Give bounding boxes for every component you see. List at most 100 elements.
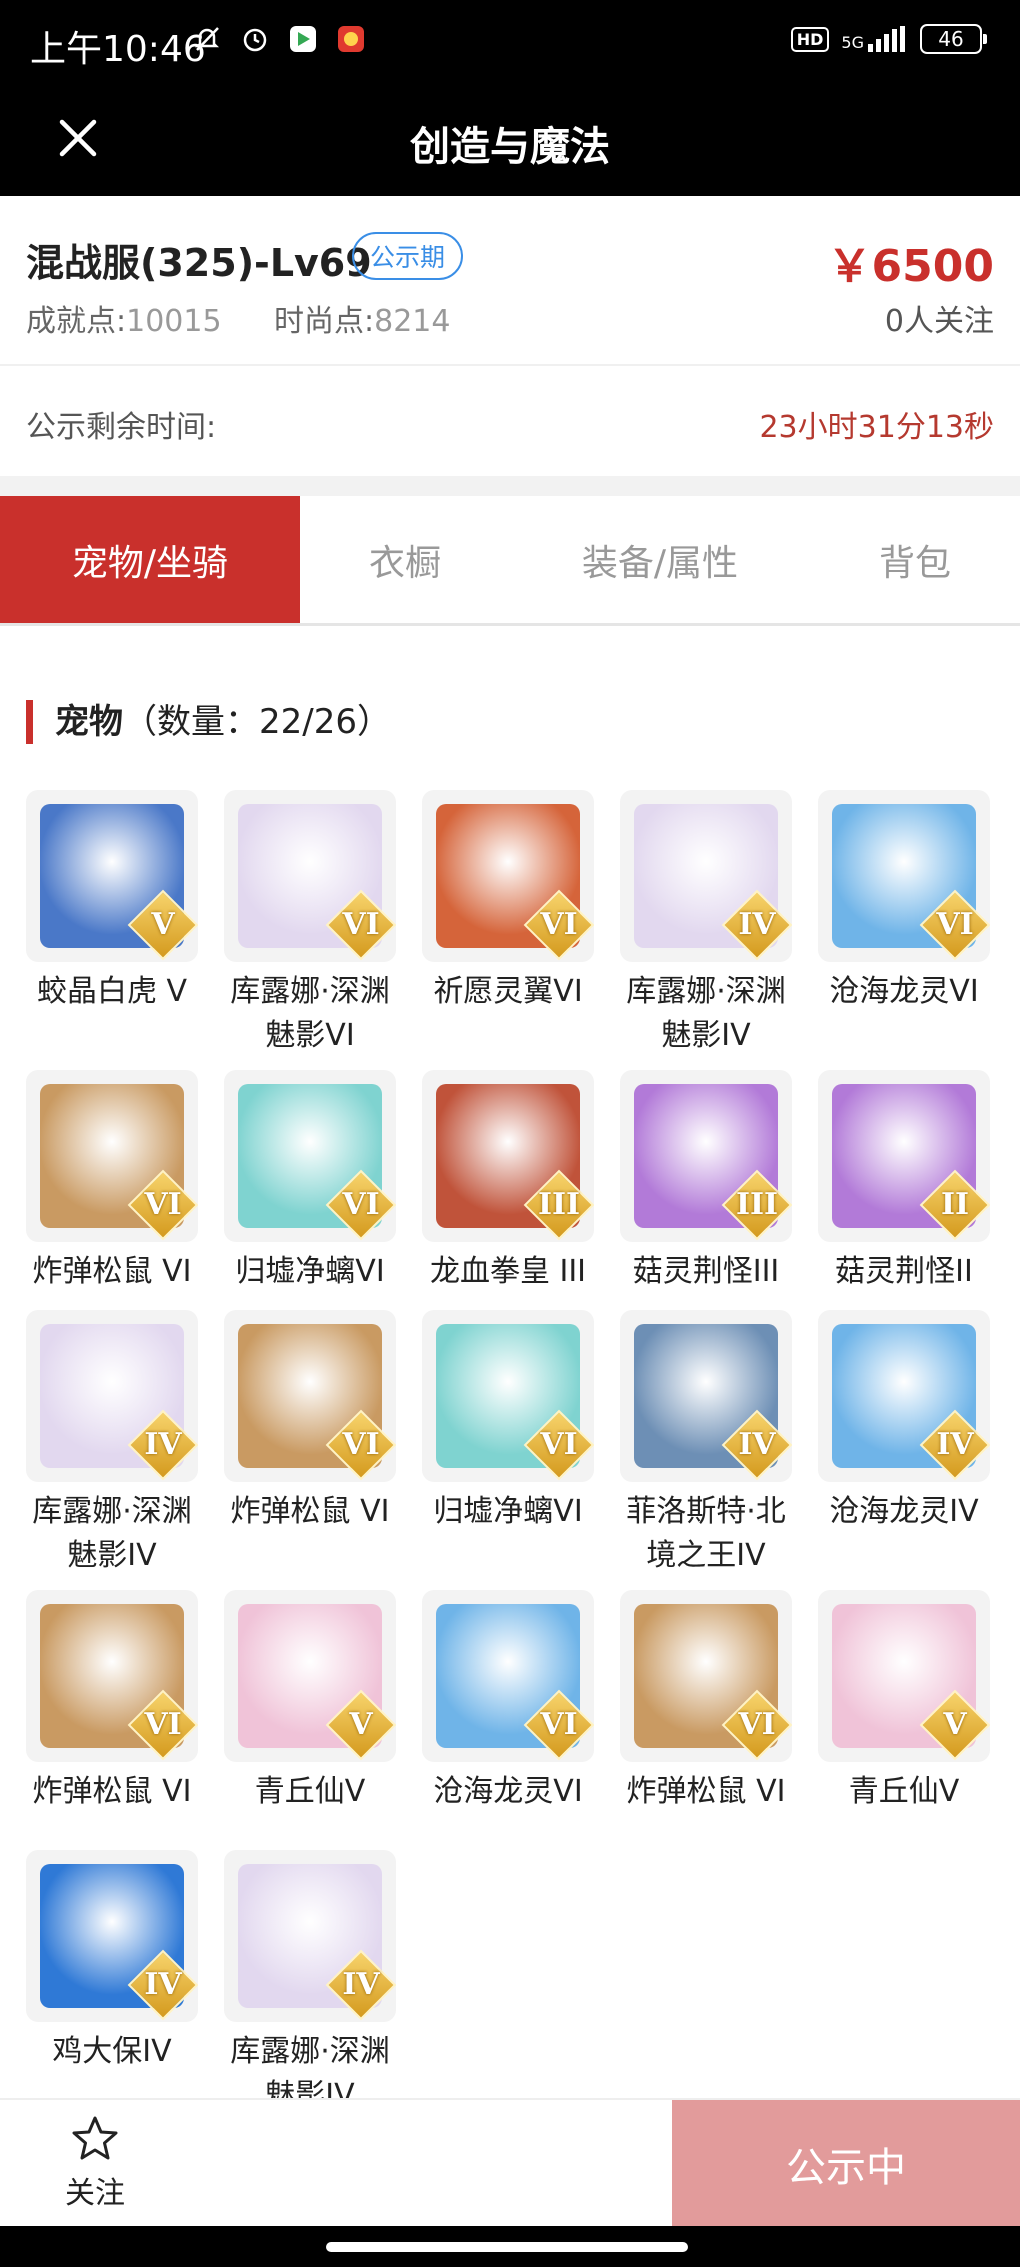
pet-card[interactable]: IV 鸡大保IV [14,1850,210,2074]
pet-name: 炸弹松鼠 VI [32,1254,192,1289]
pet-image: IV [224,1850,396,2022]
pet-card[interactable]: IV 库露娜·深渊魅影IV [212,1850,408,2118]
bottom-action-bar: 关注 公示中 [0,2098,1020,2228]
pet-card[interactable]: VI 炸弹松鼠 VI [14,1070,210,1294]
pet-card[interactable]: V 青丘仙V [806,1590,1002,1814]
pet-name: 归墟净螭VI [433,1494,583,1529]
top-nav-bar: 创造与魔法 [0,86,1020,196]
pet-name: 鸡大保IV [52,2034,172,2069]
status-time: 上午10:46 [30,29,206,70]
fashion-label: 时尚点: [274,304,375,339]
fashion-value: 8214 [374,304,451,339]
pet-rank: II [940,1187,970,1222]
pet-name: 库露娜·深渊魅影VI [230,974,390,1053]
pet-rank: VI [936,907,974,942]
pet-name: 归墟净螭VI [235,1254,385,1289]
pet-image: IV [620,790,792,962]
pet-card[interactable]: IV 库露娜·深渊魅影IV [608,790,804,1058]
pet-rank: III [735,1187,779,1222]
pet-card[interactable]: VI 归墟净螭VI [410,1310,606,1534]
pet-card[interactable]: VI 沧海龙灵VI [410,1590,606,1814]
tab-equipment-attributes[interactable]: 装备/属性 [510,496,810,623]
pet-image: IV [620,1310,792,1482]
pet-rank: V [151,907,175,942]
pet-rank: III [537,1187,581,1222]
pet-image: II [818,1070,990,1242]
fashion-points: 时尚点:8214 [274,296,450,340]
pet-name: 炸弹松鼠 VI [32,1774,192,1809]
pet-card[interactable]: VI 归墟净螭VI [212,1070,408,1294]
pet-rank: IV [342,1967,380,2002]
tab-backpack[interactable]: 背包 [810,496,1020,623]
tab-pets-mounts[interactable]: 宠物/坐骑 [0,496,300,623]
pet-name: 龙血拳皇 III [429,1254,587,1289]
tab-wardrobe[interactable]: 衣橱 [300,496,510,623]
pet-name: 菇灵荆怪III [632,1254,780,1289]
pet-rank: VI [144,1187,182,1222]
play-store-icon [286,22,320,56]
pet-name: 库露娜·深渊魅影IV [32,1494,192,1573]
section-divider [0,476,1020,496]
pet-card[interactable]: IV 菲洛斯特·北境之王IV [608,1310,804,1578]
pet-card[interactable]: V 青丘仙V [212,1590,408,1814]
phase-badge: 公示期 [352,232,464,280]
pet-name: 沧海龙灵VI [433,1774,583,1809]
pet-name: 炸弹松鼠 VI [626,1774,786,1809]
pet-card[interactable]: V 蛟晶白虎 V [14,790,210,1014]
pet-name: 炸弹松鼠 VI [230,1494,390,1529]
pet-rank: V [943,1707,967,1742]
app-notification-icon [334,22,368,56]
pet-name: 沧海龙灵VI [829,974,979,1009]
section-title-text: 宠物 [55,702,123,742]
remaining-time-label: 公示剩余时间: [26,410,217,445]
pet-name: 祈愿灵翼VI [433,974,583,1009]
pet-rank: VI [540,1427,578,1462]
battery-icon: 46 [920,24,987,54]
publicity-status-button[interactable]: 公示中 [672,2100,1020,2228]
pet-card[interactable]: VI 炸弹松鼠 VI [14,1590,210,1814]
home-indicator-bar [0,2226,1020,2267]
follower-count: 0人关注 [884,304,994,339]
pet-card[interactable]: VI 炸弹松鼠 VI [608,1590,804,1814]
pet-image: VI [224,790,396,962]
pet-rank: V [349,1707,373,1742]
pet-rank: VI [540,1707,578,1742]
page-title: 创造与魔法 [410,124,610,170]
pet-card[interactable]: VI 库露娜·深渊魅影VI [212,790,408,1058]
hd-indicator: HD [790,26,830,52]
follow-label: 关注 [65,2176,125,2211]
pet-image: VI [26,1070,198,1242]
pet-image: V [26,790,198,962]
pet-name: 青丘仙V [254,1774,366,1809]
pet-image: IV [26,1310,198,1482]
pet-card[interactable]: VI 沧海龙灵VI [806,790,1002,1014]
pet-name: 沧海龙灵IV [829,1494,979,1529]
pet-rank: VI [144,1707,182,1742]
pet-card[interactable]: IV 库露娜·深渊魅影IV [14,1310,210,1578]
follow-button[interactable]: 关注 [40,2114,150,2212]
home-indicator[interactable] [326,2242,688,2252]
pet-card[interactable]: VI 炸弹松鼠 VI [212,1310,408,1534]
achievement-label: 成就点: [26,304,127,339]
pet-image: III [422,1070,594,1242]
pets-section-title: 宠物（数量：22/26） [26,700,391,744]
pet-image: VI [818,790,990,962]
alarm-icon [238,22,272,56]
pet-card[interactable]: IV 沧海龙灵IV [806,1310,1002,1534]
pet-rank: IV [738,907,776,942]
price: ￥6500 [827,241,994,292]
network-type: 5G [841,33,864,52]
pet-card[interactable]: II 菇灵荆怪II [806,1070,1002,1294]
pet-rank: VI [540,907,578,942]
pet-card[interactable]: III 龙血拳皇 III [410,1070,606,1294]
pet-rank: IV [738,1427,776,1462]
pet-rank: VI [342,1427,380,1462]
pet-image: VI [224,1070,396,1242]
listing-header: 混战服(325)-Lv69 公示期 ￥6500 成就点:10015 时尚点:82… [0,196,1020,366]
pet-card[interactable]: VI 祈愿灵翼VI [410,790,606,1014]
pet-image: IV [26,1850,198,2022]
pet-card[interactable]: III 菇灵荆怪III [608,1070,804,1294]
pet-image: V [224,1590,396,1762]
pet-image: VI [422,1590,594,1762]
pet-name: 库露娜·深渊魅影IV [626,974,786,1053]
